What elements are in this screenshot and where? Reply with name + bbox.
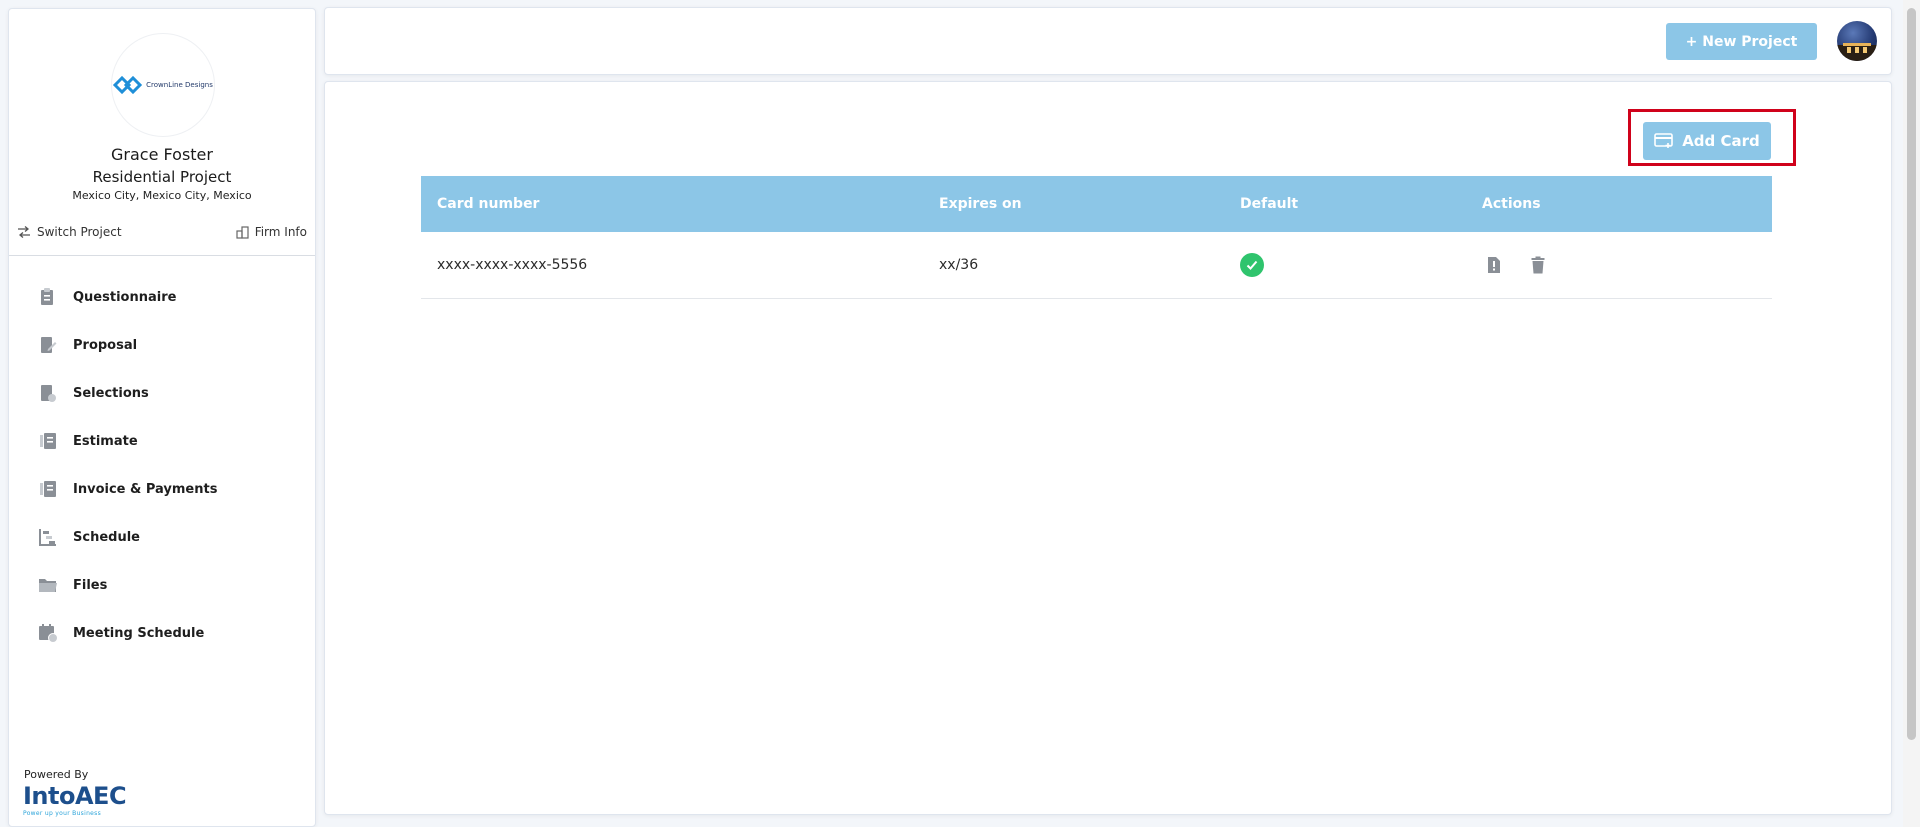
firm-info-button[interactable]: Firm Info — [236, 225, 307, 239]
questionnaire-icon — [37, 286, 59, 308]
new-project-button[interactable]: + New Project — [1666, 23, 1817, 60]
sidebar-item-label: Proposal — [73, 337, 138, 353]
project-name: Residential Project — [92, 168, 232, 186]
header-actions: Actions — [1482, 196, 1541, 212]
header-expires-on: Expires on — [939, 196, 1022, 212]
main-panel: Add Card Card number Expires on Default … — [324, 81, 1892, 815]
avatar[interactable] — [1837, 21, 1877, 61]
switch-project-label: Switch Project — [37, 225, 122, 239]
firm-logo: CrownLine Designs — [111, 33, 215, 137]
intoaec-logo: IntoAEC Power up your Business — [23, 782, 133, 822]
sidebar-item-estimate[interactable]: Estimate — [9, 417, 315, 465]
schedule-icon — [37, 526, 59, 548]
brand-tagline: Power up your Business — [23, 810, 102, 817]
set-default-button[interactable] — [1482, 253, 1506, 277]
sidebar-item-label: Selections — [73, 385, 149, 401]
default-cell — [1240, 253, 1264, 277]
sidebar-item-schedule[interactable]: Schedule — [9, 513, 315, 561]
crownline-logo-icon — [113, 75, 143, 95]
sidebar-item-label: Invoice & Payments — [73, 481, 218, 497]
sidebar-item-label: Estimate — [73, 433, 138, 449]
delete-card-button[interactable] — [1526, 253, 1550, 277]
sidebar-item-label: Files — [73, 577, 108, 593]
brand-name: IntoAEC — [23, 782, 127, 810]
selections-icon — [37, 382, 59, 404]
sidebar-item-questionnaire[interactable]: Questionnaire — [9, 273, 315, 321]
sidebar-nav: Questionnaire Proposal Selections Estima… — [9, 273, 315, 657]
sidebar-item-invoice-payments[interactable]: Invoice & Payments — [9, 465, 315, 513]
page-scrollbar[interactable] — [1903, 0, 1920, 827]
header-default: Default — [1240, 196, 1299, 212]
project-location: Mexico City, Mexico City, Mexico — [72, 189, 252, 202]
sidebar-item-proposal[interactable]: Proposal — [9, 321, 315, 369]
swap-icon — [18, 226, 30, 238]
sidebar-divider — [9, 255, 315, 256]
sidebar: CrownLine Designs Grace Foster Residenti… — [8, 8, 316, 827]
sidebar-item-meeting-schedule[interactable]: Meeting Schedule — [9, 609, 315, 657]
sidebar-item-selections[interactable]: Selections — [9, 369, 315, 417]
table-row: xxxx-xxxx-xxxx-5556 xx/36 — [421, 232, 1772, 299]
actions-cell — [1482, 253, 1550, 277]
switch-project-button[interactable]: Switch Project — [17, 225, 122, 239]
sidebar-item-label: Questionnaire — [73, 289, 177, 305]
logo-text: CrownLine Designs — [146, 81, 213, 89]
sidebar-item-label: Meeting Schedule — [73, 625, 205, 641]
scrollbar-thumb[interactable] — [1907, 8, 1916, 740]
check-circle-icon — [1240, 253, 1264, 277]
avatar-image-icon — [1837, 43, 1877, 61]
expires-on-cell: xx/36 — [939, 257, 979, 273]
invoice-icon — [37, 478, 59, 500]
top-bar: + New Project — [324, 7, 1892, 75]
cards-table: Card number Expires on Default Actions x… — [421, 176, 1772, 299]
firm-info-label: Firm Info — [254, 225, 307, 239]
sidebar-item-files[interactable]: Files — [9, 561, 315, 609]
card-number-cell: xxxx-xxxx-xxxx-5556 — [437, 257, 588, 273]
folder-icon — [37, 574, 59, 596]
header-card-number: Card number — [437, 196, 540, 212]
proposal-icon — [37, 334, 59, 356]
powered-by-label: Powered By — [24, 768, 89, 781]
add-card-label: Add Card — [1682, 132, 1760, 150]
client-name: Grace Foster — [111, 145, 213, 164]
trash-icon — [1531, 256, 1545, 274]
building-icon — [236, 225, 249, 239]
table-header: Card number Expires on Default Actions — [421, 176, 1772, 232]
credit-card-add-icon — [1654, 133, 1674, 148]
document-icon — [1488, 257, 1500, 273]
add-card-button[interactable]: Add Card — [1643, 122, 1771, 160]
sidebar-item-label: Schedule — [73, 529, 140, 545]
calendar-icon — [37, 622, 59, 644]
estimate-icon — [37, 430, 59, 452]
